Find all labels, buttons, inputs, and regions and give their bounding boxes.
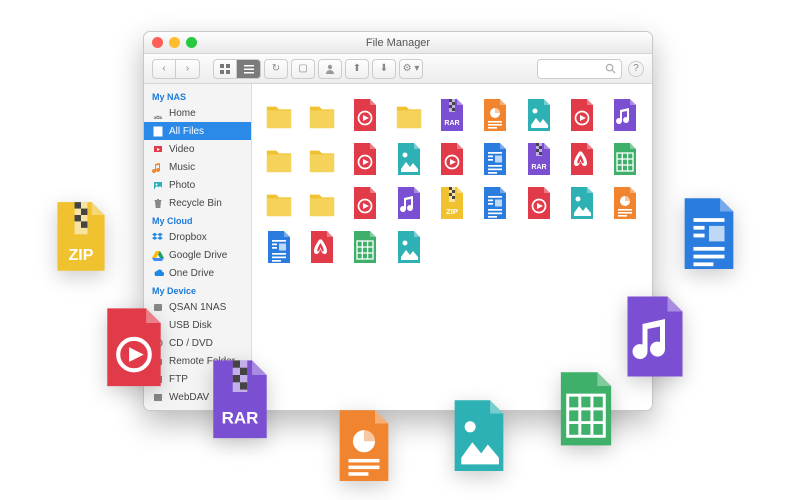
file-item-image[interactable]: [525, 98, 553, 132]
file-item-zip[interactable]: [438, 186, 466, 220]
gdrive-icon: [152, 249, 164, 261]
file-item-play[interactable]: [351, 142, 379, 176]
titlebar: File Manager: [144, 32, 652, 54]
sidebar-item-label: QSAN 1NAS: [169, 302, 226, 313]
file-grid: [252, 84, 652, 410]
sidebar-item-label: Photo: [169, 180, 195, 191]
file-item-doc[interactable]: [481, 186, 509, 220]
file-item-folder[interactable]: [265, 186, 293, 220]
sidebar-item-label: Video: [169, 144, 194, 155]
file-item-folder[interactable]: [308, 98, 336, 132]
file-item-folder[interactable]: [395, 98, 423, 132]
toolbar: ‹ › ↻ ▢ ⬆︎ ⬇︎ ⚙︎ ▾ ?: [144, 54, 652, 84]
floating-sheet-icon: [554, 370, 618, 453]
file-item-rar[interactable]: [525, 142, 553, 176]
settings-button[interactable]: ⚙︎ ▾: [399, 59, 423, 79]
floating-play-icon: [100, 306, 168, 394]
file-item-pdf[interactable]: [308, 230, 336, 264]
nav-back-button[interactable]: ‹: [152, 59, 176, 79]
sidebar-item-google-drive[interactable]: Google Drive: [144, 246, 251, 264]
sidebar-item-label: Home: [169, 108, 196, 119]
sidebar-item-label: FTP: [169, 374, 188, 385]
file-item-image[interactable]: [395, 142, 423, 176]
sidebar-item-music[interactable]: Music: [144, 158, 251, 176]
sidebar-item-recycle-bin[interactable]: Recycle Bin: [144, 194, 251, 212]
sidebar-item-label: CD / DVD: [169, 338, 213, 349]
user-button[interactable]: [318, 59, 342, 79]
floating-zip-icon: [51, 200, 111, 278]
music-icon: [152, 161, 164, 173]
floating-doc-icon: [678, 196, 740, 276]
folder-action-button[interactable]: ▢: [291, 59, 315, 79]
view-list-button[interactable]: [237, 59, 261, 79]
file-item-music[interactable]: [395, 186, 423, 220]
sidebar-header: My Device: [144, 282, 251, 298]
file-item-folder[interactable]: [265, 142, 293, 176]
file-item-doc[interactable]: [265, 230, 293, 264]
nav-forward-button[interactable]: ›: [176, 59, 200, 79]
file-item-play[interactable]: [568, 98, 596, 132]
file-item-image[interactable]: [395, 230, 423, 264]
photo-icon: [152, 179, 164, 191]
window-title: File Manager: [144, 37, 652, 49]
sidebar-item-label: One Drive: [169, 268, 214, 279]
sidebar-item-home[interactable]: Home: [144, 104, 251, 122]
file-item-pdf[interactable]: [568, 142, 596, 176]
onedrive-icon: [152, 267, 164, 279]
file-item-play[interactable]: [351, 186, 379, 220]
sidebar-item-label: Recycle Bin: [169, 198, 222, 209]
file-manager-window: File Manager ‹ › ↻ ▢ ⬆︎ ⬇︎ ⚙︎ ▾ ? My NAS…: [143, 31, 653, 411]
file-item-sheet[interactable]: [611, 142, 639, 176]
home-icon: [152, 107, 164, 119]
sidebar-item-label: USB Disk: [169, 320, 212, 331]
floating-rar-icon: [206, 358, 274, 446]
file-item-doc[interactable]: [481, 142, 509, 176]
download-button[interactable]: ⬇︎: [372, 59, 396, 79]
file-item-rar[interactable]: [438, 98, 466, 132]
sidebar-item-label: Music: [169, 162, 195, 173]
file-item-pres[interactable]: [611, 186, 639, 220]
sidebar-item-photo[interactable]: Photo: [144, 176, 251, 194]
search-input[interactable]: [537, 59, 622, 79]
sidebar-header: My NAS: [144, 88, 251, 104]
floating-pres-icon: [333, 408, 395, 488]
file-item-folder[interactable]: [265, 98, 293, 132]
sidebar-header: My Cloud: [144, 212, 251, 228]
file-item-folder[interactable]: [308, 186, 336, 220]
sidebar-item-all-files[interactable]: All Files: [144, 122, 251, 140]
file-item-sheet[interactable]: [351, 230, 379, 264]
file-item-folder[interactable]: [308, 142, 336, 176]
sidebar-item-video[interactable]: Video: [144, 140, 251, 158]
file-item-play[interactable]: [525, 186, 553, 220]
dropbox-icon: [152, 231, 164, 243]
file-item-pres[interactable]: [481, 98, 509, 132]
file-item-play[interactable]: [351, 98, 379, 132]
floating-image-icon: [448, 398, 510, 478]
sidebar-item-dropbox[interactable]: Dropbox: [144, 228, 251, 246]
floating-music-icon: [620, 294, 690, 384]
file-item-image[interactable]: [568, 186, 596, 220]
refresh-button[interactable]: ↻: [264, 59, 288, 79]
trash-icon: [152, 197, 164, 209]
files-icon: [152, 125, 164, 137]
search-icon: [605, 63, 616, 74]
sidebar-item-label: Google Drive: [169, 250, 227, 261]
sidebar-item-label: All Files: [169, 126, 204, 137]
sidebar-item-label: Dropbox: [169, 232, 207, 243]
video-icon: [152, 143, 164, 155]
file-item-play[interactable]: [438, 142, 466, 176]
sidebar-item-one-drive[interactable]: One Drive: [144, 264, 251, 282]
sidebar-item-label: WebDAV: [169, 392, 209, 403]
help-button[interactable]: ?: [628, 61, 644, 77]
file-item-music[interactable]: [611, 98, 639, 132]
upload-button[interactable]: ⬆︎: [345, 59, 369, 79]
view-icons-button[interactable]: [213, 59, 237, 79]
